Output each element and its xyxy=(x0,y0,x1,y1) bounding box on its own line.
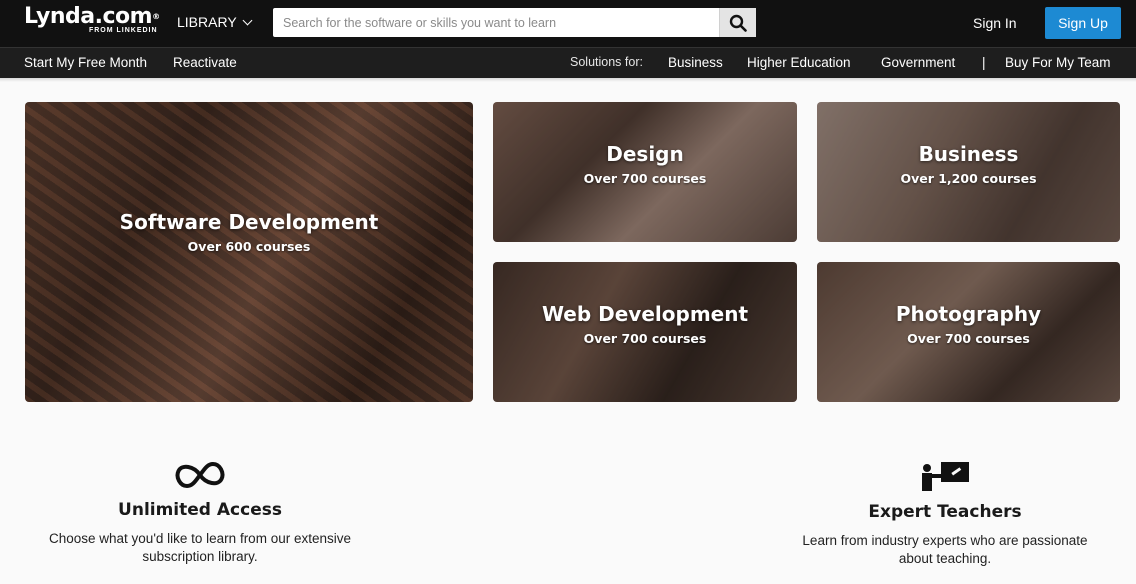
chevron-down-icon xyxy=(242,15,253,25)
feature-description-line-1: Learn from industry experts who are pass… xyxy=(802,533,1088,548)
header-shadow xyxy=(0,78,1136,82)
tile-course-count: Over 700 courses xyxy=(583,171,707,186)
library-label: LIBRARY xyxy=(177,14,237,30)
category-tile-photography[interactable]: Photography Over 700 courses xyxy=(817,262,1120,402)
sub-navigation: Start My Free Month Reactivate Solutions… xyxy=(0,47,1136,78)
sign-in-link[interactable]: Sign In xyxy=(973,15,1017,31)
start-free-month-link[interactable]: Start My Free Month xyxy=(24,55,147,70)
lynda-logo[interactable]: Lynda.com® FROM LINKEDIN xyxy=(24,4,160,34)
feature-expert-teachers: Expert Teachers Learn from industry expe… xyxy=(745,460,1136,568)
tile-title: Software Development xyxy=(119,210,379,234)
solutions-higher-education-link[interactable]: Higher Education xyxy=(747,55,851,70)
top-header: Lynda.com® FROM LINKEDIN LIBRARY Sign In… xyxy=(0,0,1136,47)
category-tile-web-development[interactable]: Web Development Over 700 courses xyxy=(493,262,797,402)
tile-title: Design xyxy=(606,142,684,166)
library-menu-button[interactable]: LIBRARY xyxy=(177,14,253,30)
teacher-icon xyxy=(922,462,969,491)
search-icon xyxy=(729,14,747,32)
subnav-divider: | xyxy=(982,55,986,70)
solutions-for-label: Solutions for: xyxy=(570,55,643,69)
logo-text: Lynda.com xyxy=(24,4,153,29)
infinity-icon xyxy=(175,461,225,489)
search-bar xyxy=(273,8,756,37)
sign-up-button[interactable]: Sign Up xyxy=(1045,7,1121,39)
solutions-business-link[interactable]: Business xyxy=(668,55,723,70)
feature-title: Expert Teachers xyxy=(868,502,1022,522)
category-tile-design[interactable]: Design Over 700 courses xyxy=(493,102,797,242)
search-button[interactable] xyxy=(719,8,756,37)
feature-unlimited-access: Unlimited Access Choose what you'd like … xyxy=(0,460,400,566)
category-tile-business[interactable]: Business Over 1,200 courses xyxy=(817,102,1120,242)
feature-title: Unlimited Access xyxy=(118,500,282,520)
feature-description-line-1: Choose what you'd like to learn from our… xyxy=(49,531,351,546)
tile-course-count: Over 600 courses xyxy=(187,239,311,254)
tile-course-count: Over 700 courses xyxy=(907,331,1030,346)
reactivate-link[interactable]: Reactivate xyxy=(173,55,237,70)
feature-description-line-2: about teaching. xyxy=(898,551,992,566)
tile-title: Business xyxy=(918,142,1019,166)
search-input[interactable] xyxy=(273,8,719,37)
tile-title: Web Development xyxy=(541,302,749,326)
tile-title: Photography xyxy=(895,302,1042,326)
buy-for-my-team-link[interactable]: Buy For My Team xyxy=(1005,55,1111,70)
tile-course-count: Over 700 courses xyxy=(583,331,707,346)
logo-registered-mark: ® xyxy=(152,12,160,21)
tile-course-count: Over 1,200 courses xyxy=(900,171,1037,186)
solutions-government-link[interactable]: Government xyxy=(881,55,955,70)
category-tile-software-development[interactable]: Software Development Over 600 courses xyxy=(25,102,473,402)
feature-description-line-2: subscription library. xyxy=(142,549,258,564)
